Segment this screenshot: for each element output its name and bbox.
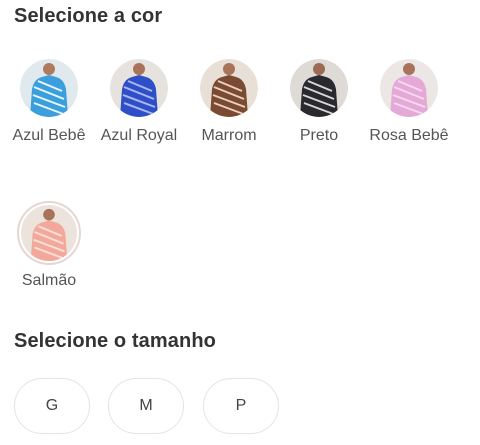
color-thumbnail [380,59,438,117]
color-thumbnail [200,59,258,117]
size-section-title: Selecione o tamanho [14,330,216,352]
color-thumbnail [290,59,348,117]
size-button-p[interactable]: P [203,378,279,434]
size-button-g[interactable]: G [14,378,90,434]
color-label: Rosa Bebê [369,127,449,144]
color-option-azul-bebe[interactable]: Azul Bebê [9,59,89,148]
color-label: Azul Royal [100,127,178,144]
color-option-salmao[interactable]: Salmão [9,201,89,293]
color-thumbnail [17,201,81,265]
color-option-preto[interactable]: Preto [279,59,359,148]
color-thumbnail [20,59,78,117]
color-option-marrom[interactable]: Marrom [189,59,269,148]
color-option-azul-royal[interactable]: Azul Royal [99,59,179,148]
color-thumbnail [110,59,168,117]
color-label: Azul Bebê [12,127,86,144]
color-section-title: Selecione a cor [14,5,163,27]
color-label: Marrom [201,127,257,144]
size-button-m[interactable]: M [108,378,184,434]
color-option-rosa-bebe[interactable]: Rosa Bebê [369,59,449,148]
color-label: Salmão [21,272,77,289]
color-label: Preto [299,127,339,144]
